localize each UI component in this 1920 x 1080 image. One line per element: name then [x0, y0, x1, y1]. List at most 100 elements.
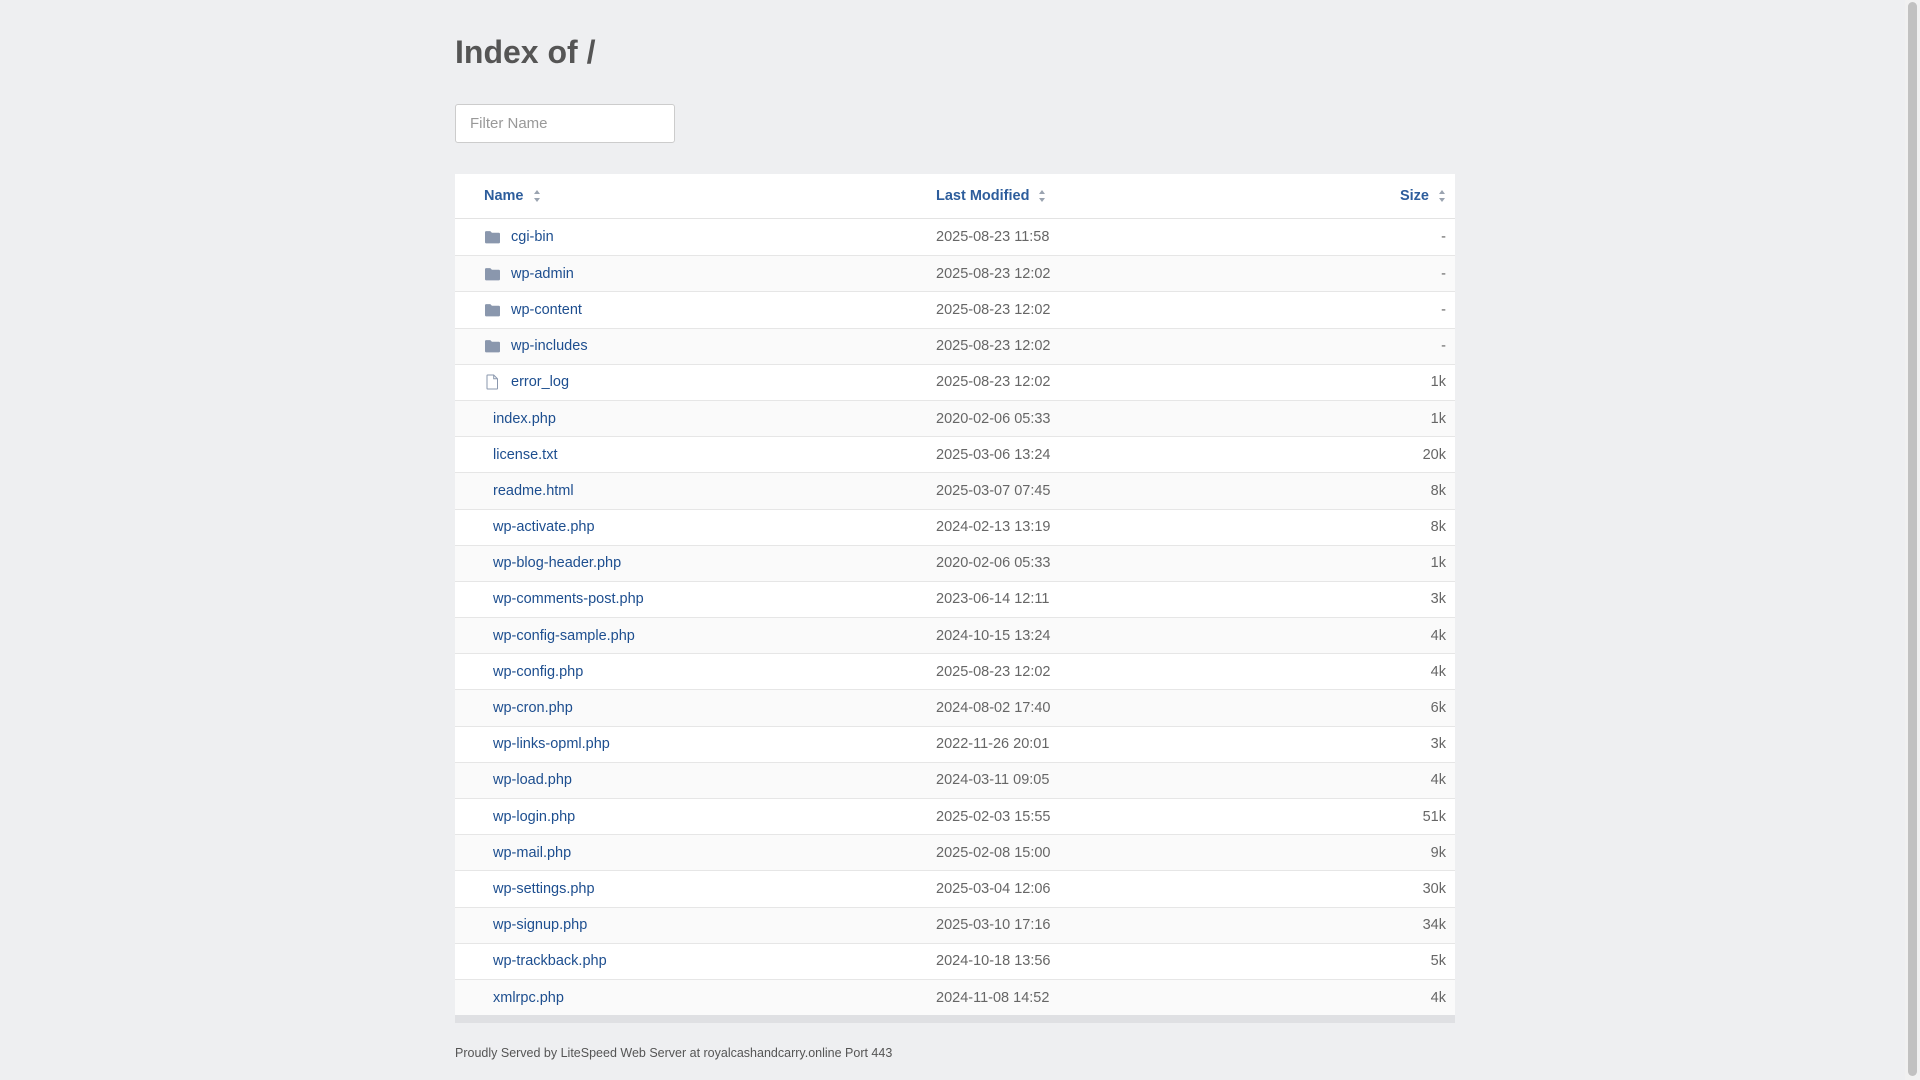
entry-link[interactable]: wp-cron.php [493, 700, 573, 716]
sort-icon[interactable] [533, 190, 541, 202]
table-row: license.txt 2025-03-06 13:24 20k [455, 436, 1455, 472]
table-row: wp-includes 2025-08-23 12:02 - [455, 327, 1455, 364]
entry-link[interactable]: error_log [511, 374, 569, 390]
table-body: cgi-bin 2025-08-23 11:58 - wp-admin 2025-08-… [455, 219, 1455, 1016]
name-cell: wp-config-sample.php [484, 618, 904, 653]
scrollbar-thumb[interactable] [1908, 2, 1917, 1076]
entry-link[interactable]: wp-trackback.php [493, 953, 607, 969]
folder-icon [484, 229, 501, 245]
sort-by-name-link[interactable]: Name [484, 188, 524, 204]
size-cell: 8k [1430, 482, 1446, 499]
entry-link[interactable]: wp-blog-header.php [493, 555, 621, 571]
size-cell: 6k [1430, 700, 1446, 717]
size-cell: 3k [1430, 591, 1446, 608]
name-line: wp-comments-post.php [484, 591, 644, 607]
size-cell: 5k [1430, 953, 1446, 970]
entry-link[interactable]: wp-signup.php [493, 917, 587, 933]
folder-icon [484, 266, 501, 282]
entry-link[interactable]: wp-load.php [493, 772, 572, 788]
modified-cell: 2024-03-11 09:05 [936, 772, 1050, 789]
name-line: wp-config-sample.php [484, 628, 635, 644]
size-cell: 1k [1430, 410, 1446, 427]
entry-link[interactable]: wp-content [511, 302, 582, 318]
file-icon [484, 374, 501, 390]
sort-by-modified-link[interactable]: Last Modified [936, 188, 1029, 204]
size-cell: - [1441, 229, 1446, 246]
size-cell: 8k [1430, 519, 1446, 536]
table-row: wp-settings.php 2025-03-04 12:06 30k [455, 870, 1455, 906]
vertical-scrollbar[interactable] [1905, 0, 1920, 1080]
sort-by-size-link[interactable]: Size [1400, 188, 1429, 204]
entry-link[interactable]: license.txt [493, 447, 557, 463]
name-line: wp-content [484, 302, 582, 318]
table-row: wp-config-sample.php 2024-10-15 13:24 4k [455, 617, 1455, 654]
modified-cell: 2025-08-23 12:02 [936, 338, 1051, 355]
name-cell: wp-comments-post.php [484, 582, 904, 617]
entry-link[interactable]: cgi-bin [511, 229, 554, 245]
name-cell: wp-config.php [484, 654, 904, 689]
modified-cell: 2025-03-10 17:16 [936, 917, 1051, 934]
name-cell: xmlrpc.php [484, 980, 904, 1015]
table-row: wp-config.php 2025-08-23 12:02 4k [455, 653, 1455, 689]
modified-cell: 2024-02-13 13:19 [936, 519, 1051, 536]
name-line: wp-cron.php [484, 700, 573, 716]
entry-link[interactable]: index.php [493, 411, 556, 427]
name-cell: wp-load.php [484, 763, 904, 798]
entry-link[interactable]: wp-config.php [493, 664, 583, 680]
name-cell: wp-includes [484, 329, 904, 364]
table-row: index.php 2020-02-06 05:33 1k [455, 399, 1455, 437]
modified-cell: 2020-02-06 05:33 [936, 410, 1051, 427]
size-cell: 1k [1430, 374, 1446, 391]
modified-cell: 2020-02-06 05:33 [936, 555, 1051, 572]
entry-link[interactable]: wp-activate.php [493, 519, 595, 535]
name-line: readme.html [484, 483, 574, 499]
table-header-row: Name Last Modified Size [455, 174, 1455, 219]
table-row: wp-comments-post.php 2023-06-14 12:11 3k [455, 580, 1455, 617]
entry-link[interactable]: wp-includes [511, 338, 588, 354]
name-cell: wp-trackback.php [484, 944, 904, 979]
size-column-header[interactable]: Size [1400, 174, 1446, 218]
last-modified-column-header[interactable]: Last Modified [936, 174, 1236, 218]
name-line: license.txt [484, 447, 557, 463]
table-row: wp-cron.php 2024-08-02 17:40 6k [455, 689, 1455, 726]
size-cell: - [1441, 338, 1446, 355]
name-cell: wp-blog-header.php [484, 546, 904, 581]
name-line: xmlrpc.php [484, 990, 564, 1006]
name-cell: license.txt [484, 437, 904, 472]
size-cell: 20k [1422, 446, 1446, 463]
name-line: error_log [484, 374, 569, 390]
modified-cell: 2025-08-23 12:02 [936, 663, 1051, 680]
entry-link[interactable]: wp-links-opml.php [493, 736, 610, 752]
entry-link[interactable]: wp-admin [511, 266, 574, 282]
entry-link[interactable]: wp-config-sample.php [493, 628, 635, 644]
name-line: wp-config.php [484, 664, 583, 680]
sort-icon[interactable] [1039, 190, 1046, 202]
modified-cell: 2025-08-23 12:02 [936, 265, 1051, 282]
name-line: wp-blog-header.php [484, 555, 621, 571]
name-line: wp-load.php [484, 772, 572, 788]
name-line: wp-includes [484, 338, 588, 354]
name-cell: wp-content [484, 292, 904, 327]
entry-link[interactable]: readme.html [493, 483, 574, 499]
table-row: cgi-bin 2025-08-23 11:58 - [455, 219, 1455, 255]
name-column-header[interactable]: Name [484, 174, 904, 218]
entry-link[interactable]: wp-login.php [493, 809, 575, 825]
sort-icon[interactable] [1439, 190, 1446, 202]
name-cell: readme.html [484, 473, 904, 508]
entry-link[interactable]: wp-mail.php [493, 845, 571, 861]
table-row: xmlrpc.php 2024-11-08 14:52 4k [455, 978, 1455, 1016]
modified-cell: 2024-08-02 17:40 [936, 700, 1051, 717]
modified-cell: 2023-06-14 12:11 [936, 591, 1050, 608]
name-cell: wp-login.php [484, 799, 904, 834]
modified-cell: 2024-10-18 13:56 [936, 953, 1051, 970]
entry-link[interactable]: wp-settings.php [493, 881, 595, 897]
name-line: wp-activate.php [484, 519, 595, 535]
name-cell: wp-admin [484, 256, 904, 291]
table-row: wp-links-opml.php 2022-11-26 20:01 3k [455, 725, 1455, 762]
size-cell: 4k [1430, 989, 1446, 1006]
entry-link[interactable]: wp-comments-post.php [493, 591, 644, 607]
entry-link[interactable]: xmlrpc.php [493, 990, 564, 1006]
name-cell: wp-activate.php [484, 510, 904, 545]
name-cell: wp-links-opml.php [484, 727, 904, 762]
filter-name-input[interactable] [455, 104, 675, 143]
